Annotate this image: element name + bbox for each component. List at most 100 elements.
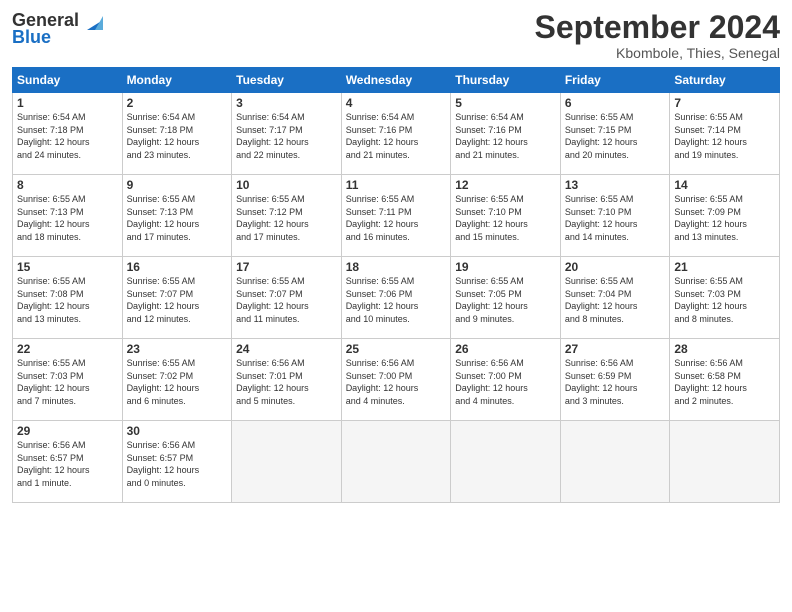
calendar-cell: 1Sunrise: 6:54 AMSunset: 7:18 PMDaylight… bbox=[13, 93, 123, 175]
calendar-cell bbox=[451, 421, 561, 503]
col-friday: Friday bbox=[560, 68, 670, 93]
calendar-week-row: 1 Sunrise: 6:54 AMSunset: 7:18 PMDaylight… bbox=[13, 93, 780, 175]
day-info: Sunrise: 6:54 AMSunset: 7:16 PMDaylight:… bbox=[346, 111, 447, 161]
day-info: Sunrise: 6:56 AMSunset: 6:57 PMDaylight:… bbox=[17, 439, 118, 489]
title-section: September 2024 Kbombole, Thies, Senegal bbox=[535, 10, 780, 61]
day-number: 28 bbox=[674, 342, 775, 356]
day-info: Sunrise: 6:54 AMSunset: 7:17 PMDaylight:… bbox=[236, 111, 337, 161]
calendar-container: General Blue September 2024 Kbombole, Th… bbox=[0, 0, 792, 513]
col-thursday: Thursday bbox=[451, 68, 561, 93]
day-info: Sunrise: 6:56 AMSunset: 7:01 PMDaylight:… bbox=[236, 357, 337, 407]
calendar-cell: 20Sunrise: 6:55 AMSunset: 7:04 PMDayligh… bbox=[560, 257, 670, 339]
day-number: 30 bbox=[127, 424, 228, 438]
calendar-cell: 4Sunrise: 6:54 AMSunset: 7:16 PMDaylight… bbox=[341, 93, 451, 175]
day-info: Sunrise: 6:55 AMSunset: 7:08 PMDaylight:… bbox=[17, 275, 118, 325]
calendar-cell: 25Sunrise: 6:56 AMSunset: 7:00 PMDayligh… bbox=[341, 339, 451, 421]
calendar-cell: 3Sunrise: 6:54 AMSunset: 7:17 PMDaylight… bbox=[232, 93, 342, 175]
calendar-cell: 19Sunrise: 6:55 AMSunset: 7:05 PMDayligh… bbox=[451, 257, 561, 339]
day-info: Sunrise: 6:55 AMSunset: 7:03 PMDaylight:… bbox=[17, 357, 118, 407]
calendar-cell: 18Sunrise: 6:55 AMSunset: 7:06 PMDayligh… bbox=[341, 257, 451, 339]
day-number: 19 bbox=[455, 260, 556, 274]
day-number: 9 bbox=[127, 178, 228, 192]
day-number: 29 bbox=[17, 424, 118, 438]
calendar-header-row: Sunday Monday Tuesday Wednesday Thursday… bbox=[13, 68, 780, 93]
calendar-cell: 12Sunrise: 6:55 AMSunset: 7:10 PMDayligh… bbox=[451, 175, 561, 257]
calendar-cell bbox=[560, 421, 670, 503]
day-number: 11 bbox=[346, 178, 447, 192]
day-info: Sunrise: 6:56 AMSunset: 7:00 PMDaylight:… bbox=[455, 357, 556, 407]
calendar-cell: 21Sunrise: 6:55 AMSunset: 7:03 PMDayligh… bbox=[670, 257, 780, 339]
day-info: Sunrise: 6:54 AMSunset: 7:18 PMDaylight:… bbox=[127, 111, 228, 161]
calendar-cell: 24Sunrise: 6:56 AMSunset: 7:01 PMDayligh… bbox=[232, 339, 342, 421]
day-info: Sunrise: 6:55 AMSunset: 7:14 PMDaylight:… bbox=[674, 111, 775, 161]
day-number: 25 bbox=[346, 342, 447, 356]
calendar-cell: 17Sunrise: 6:55 AMSunset: 7:07 PMDayligh… bbox=[232, 257, 342, 339]
day-number: 5 bbox=[455, 96, 556, 110]
day-number: 23 bbox=[127, 342, 228, 356]
calendar-cell: 23Sunrise: 6:55 AMSunset: 7:02 PMDayligh… bbox=[122, 339, 232, 421]
day-number: 20 bbox=[565, 260, 666, 274]
day-info: Sunrise: 6:54 AMSunset: 7:16 PMDaylight:… bbox=[455, 111, 556, 161]
calendar-week-row: 22Sunrise: 6:55 AMSunset: 7:03 PMDayligh… bbox=[13, 339, 780, 421]
day-number: 26 bbox=[455, 342, 556, 356]
day-number: 17 bbox=[236, 260, 337, 274]
calendar-cell: 2Sunrise: 6:54 AMSunset: 7:18 PMDaylight… bbox=[122, 93, 232, 175]
day-number: 18 bbox=[346, 260, 447, 274]
calendar-cell: 5Sunrise: 6:54 AMSunset: 7:16 PMDaylight… bbox=[451, 93, 561, 175]
logo-blue-text: Blue bbox=[12, 27, 51, 48]
day-number: 4 bbox=[346, 96, 447, 110]
calendar-cell: 13Sunrise: 6:55 AMSunset: 7:10 PMDayligh… bbox=[560, 175, 670, 257]
logo: General Blue bbox=[12, 10, 103, 48]
calendar-cell: 15Sunrise: 6:55 AMSunset: 7:08 PMDayligh… bbox=[13, 257, 123, 339]
calendar-cell: 16Sunrise: 6:55 AMSunset: 7:07 PMDayligh… bbox=[122, 257, 232, 339]
day-number: 12 bbox=[455, 178, 556, 192]
location: Kbombole, Thies, Senegal bbox=[535, 45, 780, 61]
calendar-week-row: 29Sunrise: 6:56 AMSunset: 6:57 PMDayligh… bbox=[13, 421, 780, 503]
day-number: 10 bbox=[236, 178, 337, 192]
day-info: Sunrise: 6:56 AMSunset: 6:58 PMDaylight:… bbox=[674, 357, 775, 407]
calendar-cell: 7Sunrise: 6:55 AMSunset: 7:14 PMDaylight… bbox=[670, 93, 780, 175]
calendar-cell: 26Sunrise: 6:56 AMSunset: 7:00 PMDayligh… bbox=[451, 339, 561, 421]
day-number: 22 bbox=[17, 342, 118, 356]
calendar-cell: 11Sunrise: 6:55 AMSunset: 7:11 PMDayligh… bbox=[341, 175, 451, 257]
calendar-cell: 8Sunrise: 6:55 AMSunset: 7:13 PMDaylight… bbox=[13, 175, 123, 257]
day-number: 14 bbox=[674, 178, 775, 192]
day-info: Sunrise: 6:55 AMSunset: 7:09 PMDaylight:… bbox=[674, 193, 775, 243]
calendar-cell: 6Sunrise: 6:55 AMSunset: 7:15 PMDaylight… bbox=[560, 93, 670, 175]
day-number: 8 bbox=[17, 178, 118, 192]
day-info: Sunrise: 6:55 AMSunset: 7:13 PMDaylight:… bbox=[127, 193, 228, 243]
header: General Blue September 2024 Kbombole, Th… bbox=[12, 10, 780, 61]
day-number: 7 bbox=[674, 96, 775, 110]
day-number: 21 bbox=[674, 260, 775, 274]
calendar-cell bbox=[341, 421, 451, 503]
day-info: Sunrise: 6:55 AMSunset: 7:11 PMDaylight:… bbox=[346, 193, 447, 243]
day-number: 13 bbox=[565, 178, 666, 192]
day-number: 1 bbox=[17, 96, 118, 110]
calendar-table: Sunday Monday Tuesday Wednesday Thursday… bbox=[12, 67, 780, 503]
col-monday: Monday bbox=[122, 68, 232, 93]
calendar-cell: 29Sunrise: 6:56 AMSunset: 6:57 PMDayligh… bbox=[13, 421, 123, 503]
day-info: Sunrise: 6:55 AMSunset: 7:06 PMDaylight:… bbox=[346, 275, 447, 325]
calendar-cell: 9Sunrise: 6:55 AMSunset: 7:13 PMDaylight… bbox=[122, 175, 232, 257]
day-number: 6 bbox=[565, 96, 666, 110]
col-wednesday: Wednesday bbox=[341, 68, 451, 93]
col-sunday: Sunday bbox=[13, 68, 123, 93]
day-number: 15 bbox=[17, 260, 118, 274]
day-number: 24 bbox=[236, 342, 337, 356]
month-title: September 2024 bbox=[535, 10, 780, 45]
day-info: Sunrise: 6:55 AMSunset: 7:13 PMDaylight:… bbox=[17, 193, 118, 243]
col-saturday: Saturday bbox=[670, 68, 780, 93]
logo-icon bbox=[81, 12, 103, 30]
calendar-week-row: 15Sunrise: 6:55 AMSunset: 7:08 PMDayligh… bbox=[13, 257, 780, 339]
day-number: 16 bbox=[127, 260, 228, 274]
calendar-cell bbox=[232, 421, 342, 503]
day-number: 3 bbox=[236, 96, 337, 110]
day-info: Sunrise: 6:56 AMSunset: 6:59 PMDaylight:… bbox=[565, 357, 666, 407]
calendar-week-row: 8Sunrise: 6:55 AMSunset: 7:13 PMDaylight… bbox=[13, 175, 780, 257]
calendar-cell: 10Sunrise: 6:55 AMSunset: 7:12 PMDayligh… bbox=[232, 175, 342, 257]
day-info: Sunrise: 6:55 AMSunset: 7:07 PMDaylight:… bbox=[236, 275, 337, 325]
day-info: Sunrise: 6:55 AMSunset: 7:02 PMDaylight:… bbox=[127, 357, 228, 407]
calendar-cell bbox=[670, 421, 780, 503]
day-info: Sunrise: 6:56 AMSunset: 6:57 PMDaylight:… bbox=[127, 439, 228, 489]
day-info: Sunrise: 6:55 AMSunset: 7:07 PMDaylight:… bbox=[127, 275, 228, 325]
